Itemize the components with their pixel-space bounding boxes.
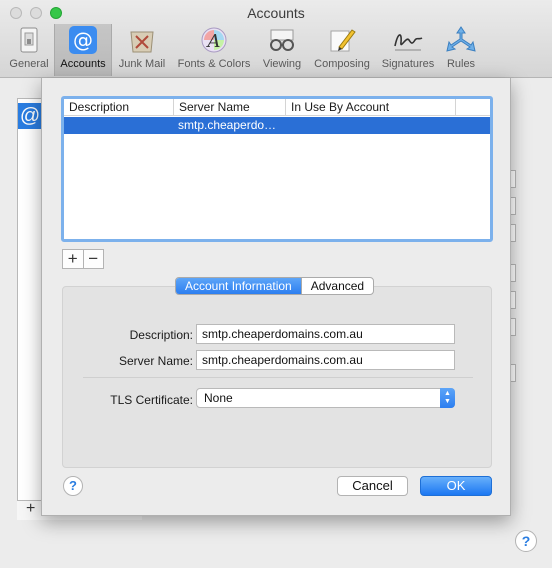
general-icon: [13, 24, 45, 56]
tls-certificate-label: TLS Certificate:: [110, 393, 193, 407]
signature-icon: [392, 24, 424, 56]
table-header: Description Server Name In Use By Accoun…: [64, 99, 490, 116]
tls-certificate-value: None: [204, 391, 233, 405]
rules-icon: [445, 24, 477, 56]
ok-button[interactable]: OK: [420, 476, 492, 496]
svg-text:@: @: [73, 28, 93, 52]
background-help-button[interactable]: ?: [515, 530, 537, 552]
fonts-colors-icon: A: [198, 24, 230, 56]
toolbar-rules[interactable]: Rules: [440, 24, 482, 76]
add-remove-control: + −: [62, 249, 104, 269]
mail-preferences-window: Accounts General @ Accounts Junk Mail A …: [0, 0, 552, 568]
toolbar-fonts-colors[interactable]: A Fonts & Colors: [173, 24, 255, 76]
toolbar-general-label: General: [9, 58, 49, 70]
tls-certificate-select[interactable]: None ▲ ▼: [196, 388, 455, 408]
remove-server-button[interactable]: −: [82, 250, 104, 268]
description-label: Description:: [129, 328, 193, 342]
toolbar-rules-label: Rules: [446, 58, 476, 70]
server-name-label: Server Name:: [118, 354, 193, 368]
toolbar-composing[interactable]: Composing: [309, 24, 375, 76]
server-details-box: Description: smtp.cheaperdomains.com.au …: [62, 286, 492, 468]
toolbar-fonts-colors-label: Fonts & Colors: [177, 58, 251, 70]
table-row[interactable]: smtp.cheaperdo…: [64, 117, 490, 134]
cell-server-name: smtp.cheaperdo…: [178, 118, 277, 132]
chevron-up-down-icon: ▲ ▼: [440, 388, 455, 408]
title-bar: Accounts General @ Accounts Junk Mail A …: [0, 0, 552, 78]
details-tab-control: Account Information Advanced: [175, 277, 375, 295]
pencil-icon: [326, 24, 358, 56]
toolbar-signatures[interactable]: Signatures: [378, 24, 438, 76]
tab-advanced[interactable]: Advanced: [300, 278, 373, 294]
toolbar-accounts-label: Accounts: [60, 58, 106, 70]
cell-in-use-by: [286, 117, 456, 134]
junk-mail-icon: [126, 24, 158, 56]
add-server-button[interactable]: +: [63, 250, 83, 268]
toolbar-viewing[interactable]: Viewing: [258, 24, 306, 76]
window-title: Accounts: [247, 5, 305, 21]
toolbar-composing-label: Composing: [314, 58, 370, 70]
toolbar-signatures-label: Signatures: [381, 58, 435, 70]
form-separator: [83, 377, 473, 378]
server-name-field[interactable]: smtp.cheaperdomains.com.au: [196, 350, 455, 370]
toolbar-viewing-label: Viewing: [262, 58, 302, 70]
smtp-server-list-sheet: Description Server Name In Use By Accoun…: [41, 78, 511, 516]
at-sign-icon: @: [67, 24, 99, 56]
help-button[interactable]: ?: [63, 476, 83, 496]
column-header-description[interactable]: Description: [64, 99, 174, 116]
selected-account-icon: @: [18, 103, 42, 129]
glasses-icon: [266, 24, 298, 56]
svg-text:A: A: [206, 31, 221, 52]
cell-description: [64, 117, 174, 134]
add-account-button[interactable]: +: [26, 500, 35, 518]
toolbar-junk-mail-label: Junk Mail: [118, 58, 166, 70]
tab-account-information[interactable]: Account Information: [176, 278, 301, 294]
column-header-in-use[interactable]: In Use By Account: [286, 99, 456, 116]
description-field[interactable]: smtp.cheaperdomains.com.au: [196, 324, 455, 344]
smtp-server-table[interactable]: Description Server Name In Use By Accoun…: [61, 96, 493, 242]
toolbar-junk-mail[interactable]: Junk Mail: [113, 24, 171, 76]
toolbar-general[interactable]: General: [6, 24, 52, 76]
column-header-server-name[interactable]: Server Name: [174, 99, 286, 116]
toolbar-accounts[interactable]: @ Accounts: [54, 24, 112, 76]
cancel-button[interactable]: Cancel: [337, 476, 408, 496]
